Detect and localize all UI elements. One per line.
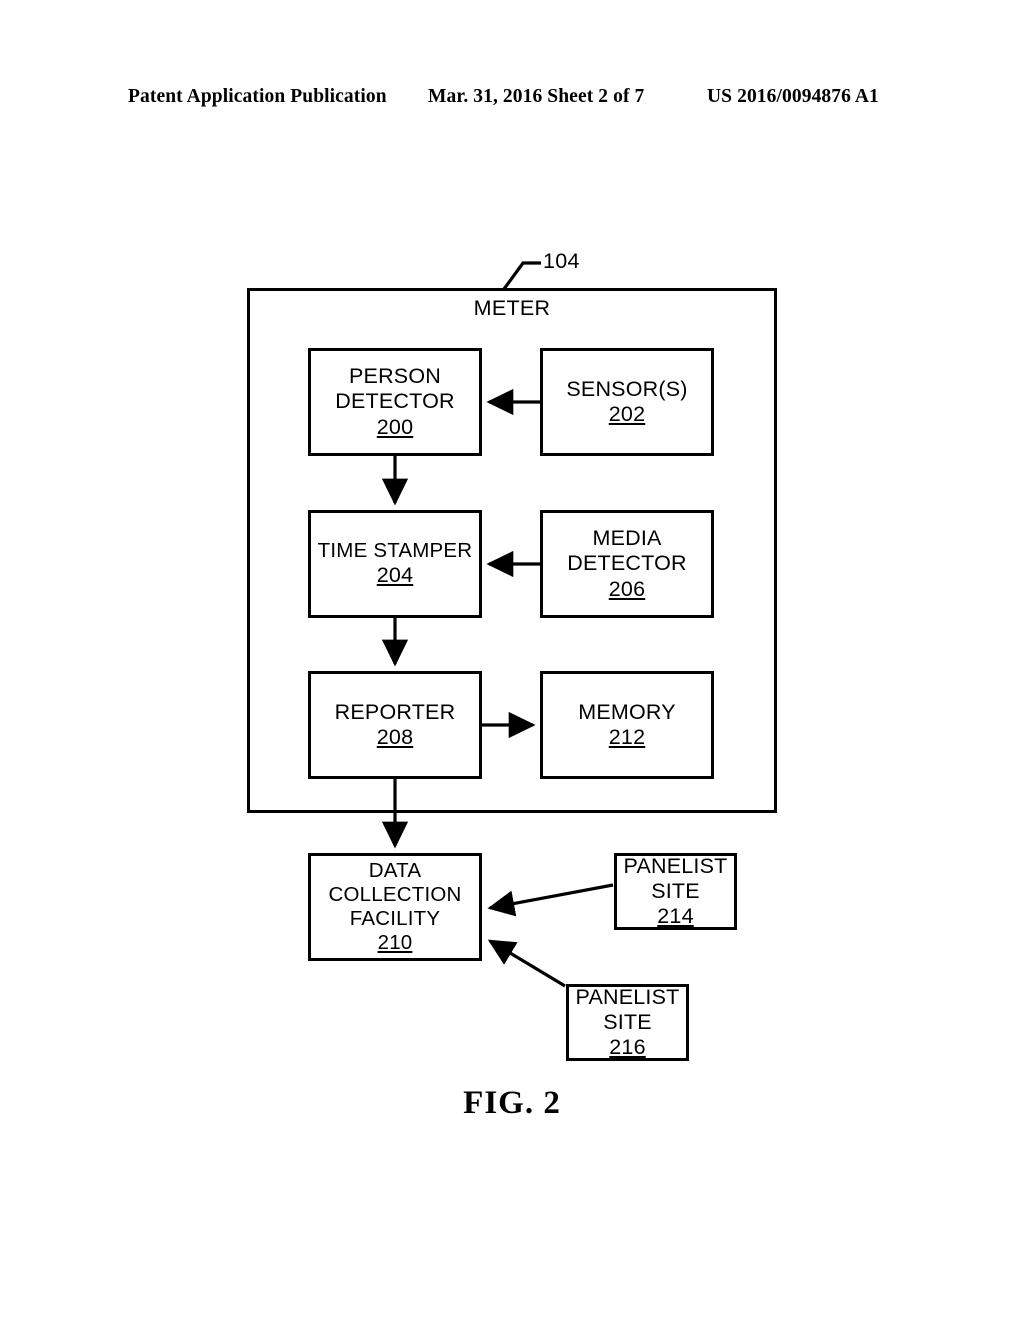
block-label-line: PERSON [349,364,441,389]
block-label-line: DATA [368,859,422,883]
leader-line-104 [502,261,541,290]
block-label-line: COLLECTION [328,883,462,907]
block-label-line: MEMORY [578,699,676,724]
patent-figure-2: 104 METER PERSON DETECTOR 200 SENSOR(S) … [0,0,1024,1320]
block-sensors: SENSOR(S) 202 [540,348,714,456]
block-label-line: FACILITY [349,907,441,930]
block-ref-number: 212 [608,725,646,749]
block-label-line: DETECTOR [335,389,455,414]
block-ref-number: 202 [608,402,646,426]
block-reporter: REPORTER 208 [308,671,482,779]
block-ref-number: 216 [609,1035,646,1060]
block-label-line: SITE [651,878,700,903]
block-ref-number: 210 [377,930,413,954]
block-label-line: DETECTOR [567,551,687,576]
block-time-stamper: TIME STAMPER 204 [308,510,482,618]
block-memory: MEMORY 212 [540,671,714,779]
block-data-collection-facility: DATA COLLECTION FACILITY 210 [308,853,482,961]
block-person-detector: PERSON DETECTOR 200 [308,348,482,456]
block-label-line: PANELIST [623,853,728,878]
block-media-detector: MEDIA DETECTOR 206 [540,510,714,618]
block-label-line: REPORTER [334,699,456,724]
block-ref-number: 204 [376,563,414,588]
block-panelist-site-214: PANELIST SITE 214 [614,853,737,930]
arrow-site214-to-dcf [487,883,614,917]
block-panelist-site-216: PANELIST SITE 216 [566,984,689,1061]
block-ref-number: 214 [657,904,694,929]
block-label-line: TIME STAMPER [317,539,473,563]
block-ref-number: 208 [376,725,414,749]
block-label-line: PANELIST [575,984,680,1009]
arrow-site216-to-dcf [487,939,566,988]
block-label-line: MEDIA [592,526,662,551]
block-label-line: SENSOR(S) [566,376,688,401]
block-label-line: SITE [603,1009,652,1034]
callout-ref-104: 104 [543,249,580,273]
block-ref-number: 200 [376,414,414,439]
figure-caption: FIG. 2 [463,1085,561,1121]
block-ref-number: 206 [608,576,646,601]
meter-title: METER [473,296,551,320]
